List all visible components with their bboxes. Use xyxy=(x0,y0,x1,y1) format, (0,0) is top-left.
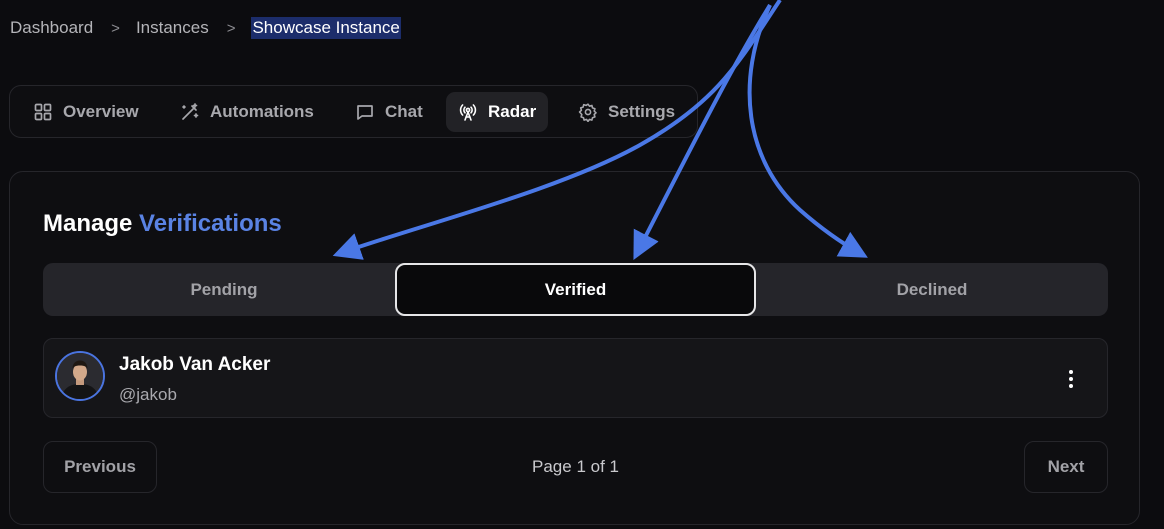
tab-radar[interactable]: Radar xyxy=(446,92,549,132)
avatar xyxy=(55,351,105,401)
breadcrumb-separator: > xyxy=(226,19,236,37)
segment-declined[interactable]: Declined xyxy=(756,263,1108,316)
breadcrumb-separator: > xyxy=(111,19,120,37)
chat-icon xyxy=(357,105,373,120)
page-indicator: Page 1 of 1 xyxy=(532,457,619,476)
next-page-button[interactable]: Next xyxy=(1024,441,1108,493)
title-prefix: Manage xyxy=(43,210,133,237)
kebab-menu-icon xyxy=(1069,370,1073,388)
more-options-button[interactable] xyxy=(1061,367,1081,391)
breadcrumb: Dashboard > Instances > Showcase Instanc… xyxy=(10,17,401,39)
segment-label: Declined xyxy=(896,279,968,299)
user-handle: @jakob xyxy=(119,385,177,404)
next-label: Next xyxy=(1047,457,1085,476)
verifications-card: Manage Verifications Pending Verified De… xyxy=(9,171,1140,525)
list-item[interactable]: Jakob Van Acker @jakob xyxy=(43,338,1108,418)
segment-label: Verified xyxy=(544,279,607,299)
tab-label: Settings xyxy=(608,102,676,121)
tab-settings[interactable]: Settings xyxy=(566,92,687,132)
segment-label: Pending xyxy=(190,279,258,299)
section-title: Manage Verifications xyxy=(43,210,282,238)
radar-icon xyxy=(459,104,477,121)
breadcrumb-instances[interactable]: Instances xyxy=(136,17,209,39)
verification-status-tabs: Pending Verified Declined xyxy=(43,263,1108,316)
tab-label: Overview xyxy=(63,102,139,121)
tab-automations[interactable]: Automations xyxy=(168,92,326,132)
segment-pending[interactable]: Pending xyxy=(43,263,405,316)
instance-tab-bar: Overview Automations Chat Radar Settings xyxy=(9,85,698,138)
tab-chat[interactable]: Chat xyxy=(343,92,435,132)
gear-icon xyxy=(578,103,597,122)
breadcrumb-current: Showcase Instance xyxy=(251,17,401,39)
title-accent: Verifications xyxy=(139,210,282,237)
tab-label: Automations xyxy=(210,102,314,121)
magic-wand-icon xyxy=(182,103,199,120)
tab-overview[interactable]: Overview xyxy=(21,92,151,132)
avatar-image xyxy=(57,353,103,399)
grid-icon xyxy=(34,103,52,121)
user-name: Jakob Van Acker xyxy=(119,354,271,375)
segment-verified[interactable]: Verified xyxy=(395,263,756,316)
breadcrumb-dashboard[interactable]: Dashboard xyxy=(10,17,93,39)
tab-label: Radar xyxy=(488,102,537,121)
tab-label: Chat xyxy=(385,102,423,121)
